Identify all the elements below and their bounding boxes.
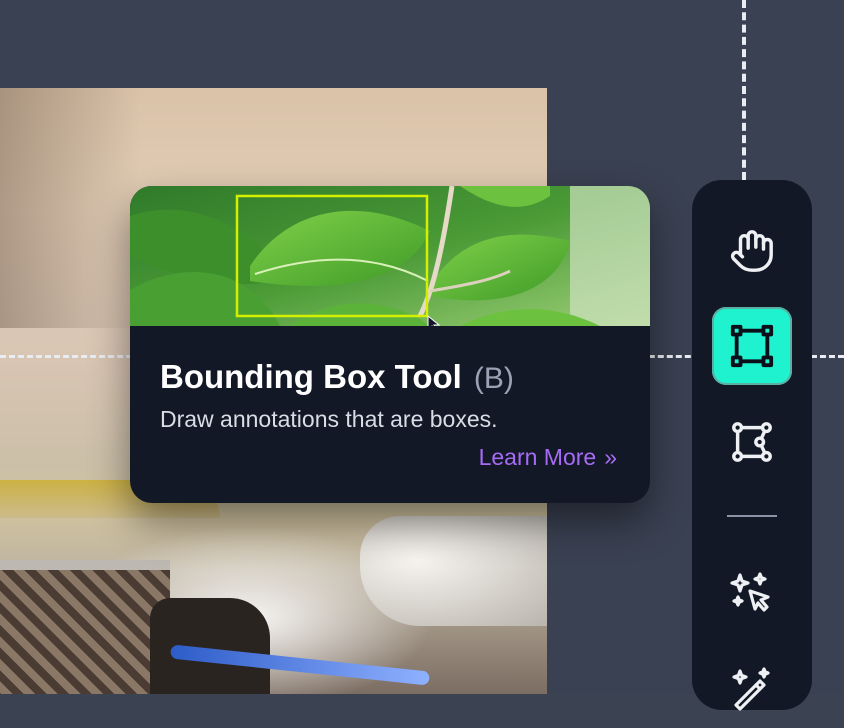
toolbar-divider	[727, 515, 777, 517]
bounding-box-icon	[730, 324, 774, 368]
magic-cursor-icon	[730, 572, 770, 612]
polygon-tool-button[interactable]	[712, 403, 792, 481]
tooltip-title: Bounding Box Tool (B)	[160, 358, 514, 396]
learn-more-label: Learn More	[478, 444, 597, 470]
tool-name: Bounding Box Tool	[160, 358, 462, 395]
smart-select-tool-button[interactable]	[712, 554, 792, 632]
bounding-box-tool-button[interactable]	[712, 307, 792, 385]
magic-wand-icon	[732, 667, 770, 711]
hand-icon	[730, 230, 773, 272]
learn-more-link[interactable]: Learn More »	[479, 444, 617, 471]
tooltip-description: Draw annotations that are boxes.	[160, 406, 498, 432]
polygon-icon	[732, 422, 772, 462]
tool-tooltip: Bounding Box Tool (B) Draw annotations th…	[130, 186, 650, 503]
tooltip-preview-image	[130, 186, 650, 326]
pan-tool-button[interactable]	[712, 212, 792, 290]
double-chevron-right-icon: »	[604, 444, 617, 470]
annotation-toolbar	[692, 180, 812, 711]
keyboard-shortcut: (B)	[473, 362, 514, 395]
magic-wand-tool-button[interactable]	[712, 650, 792, 728]
vertical-crosshair-guide	[742, 0, 746, 180]
